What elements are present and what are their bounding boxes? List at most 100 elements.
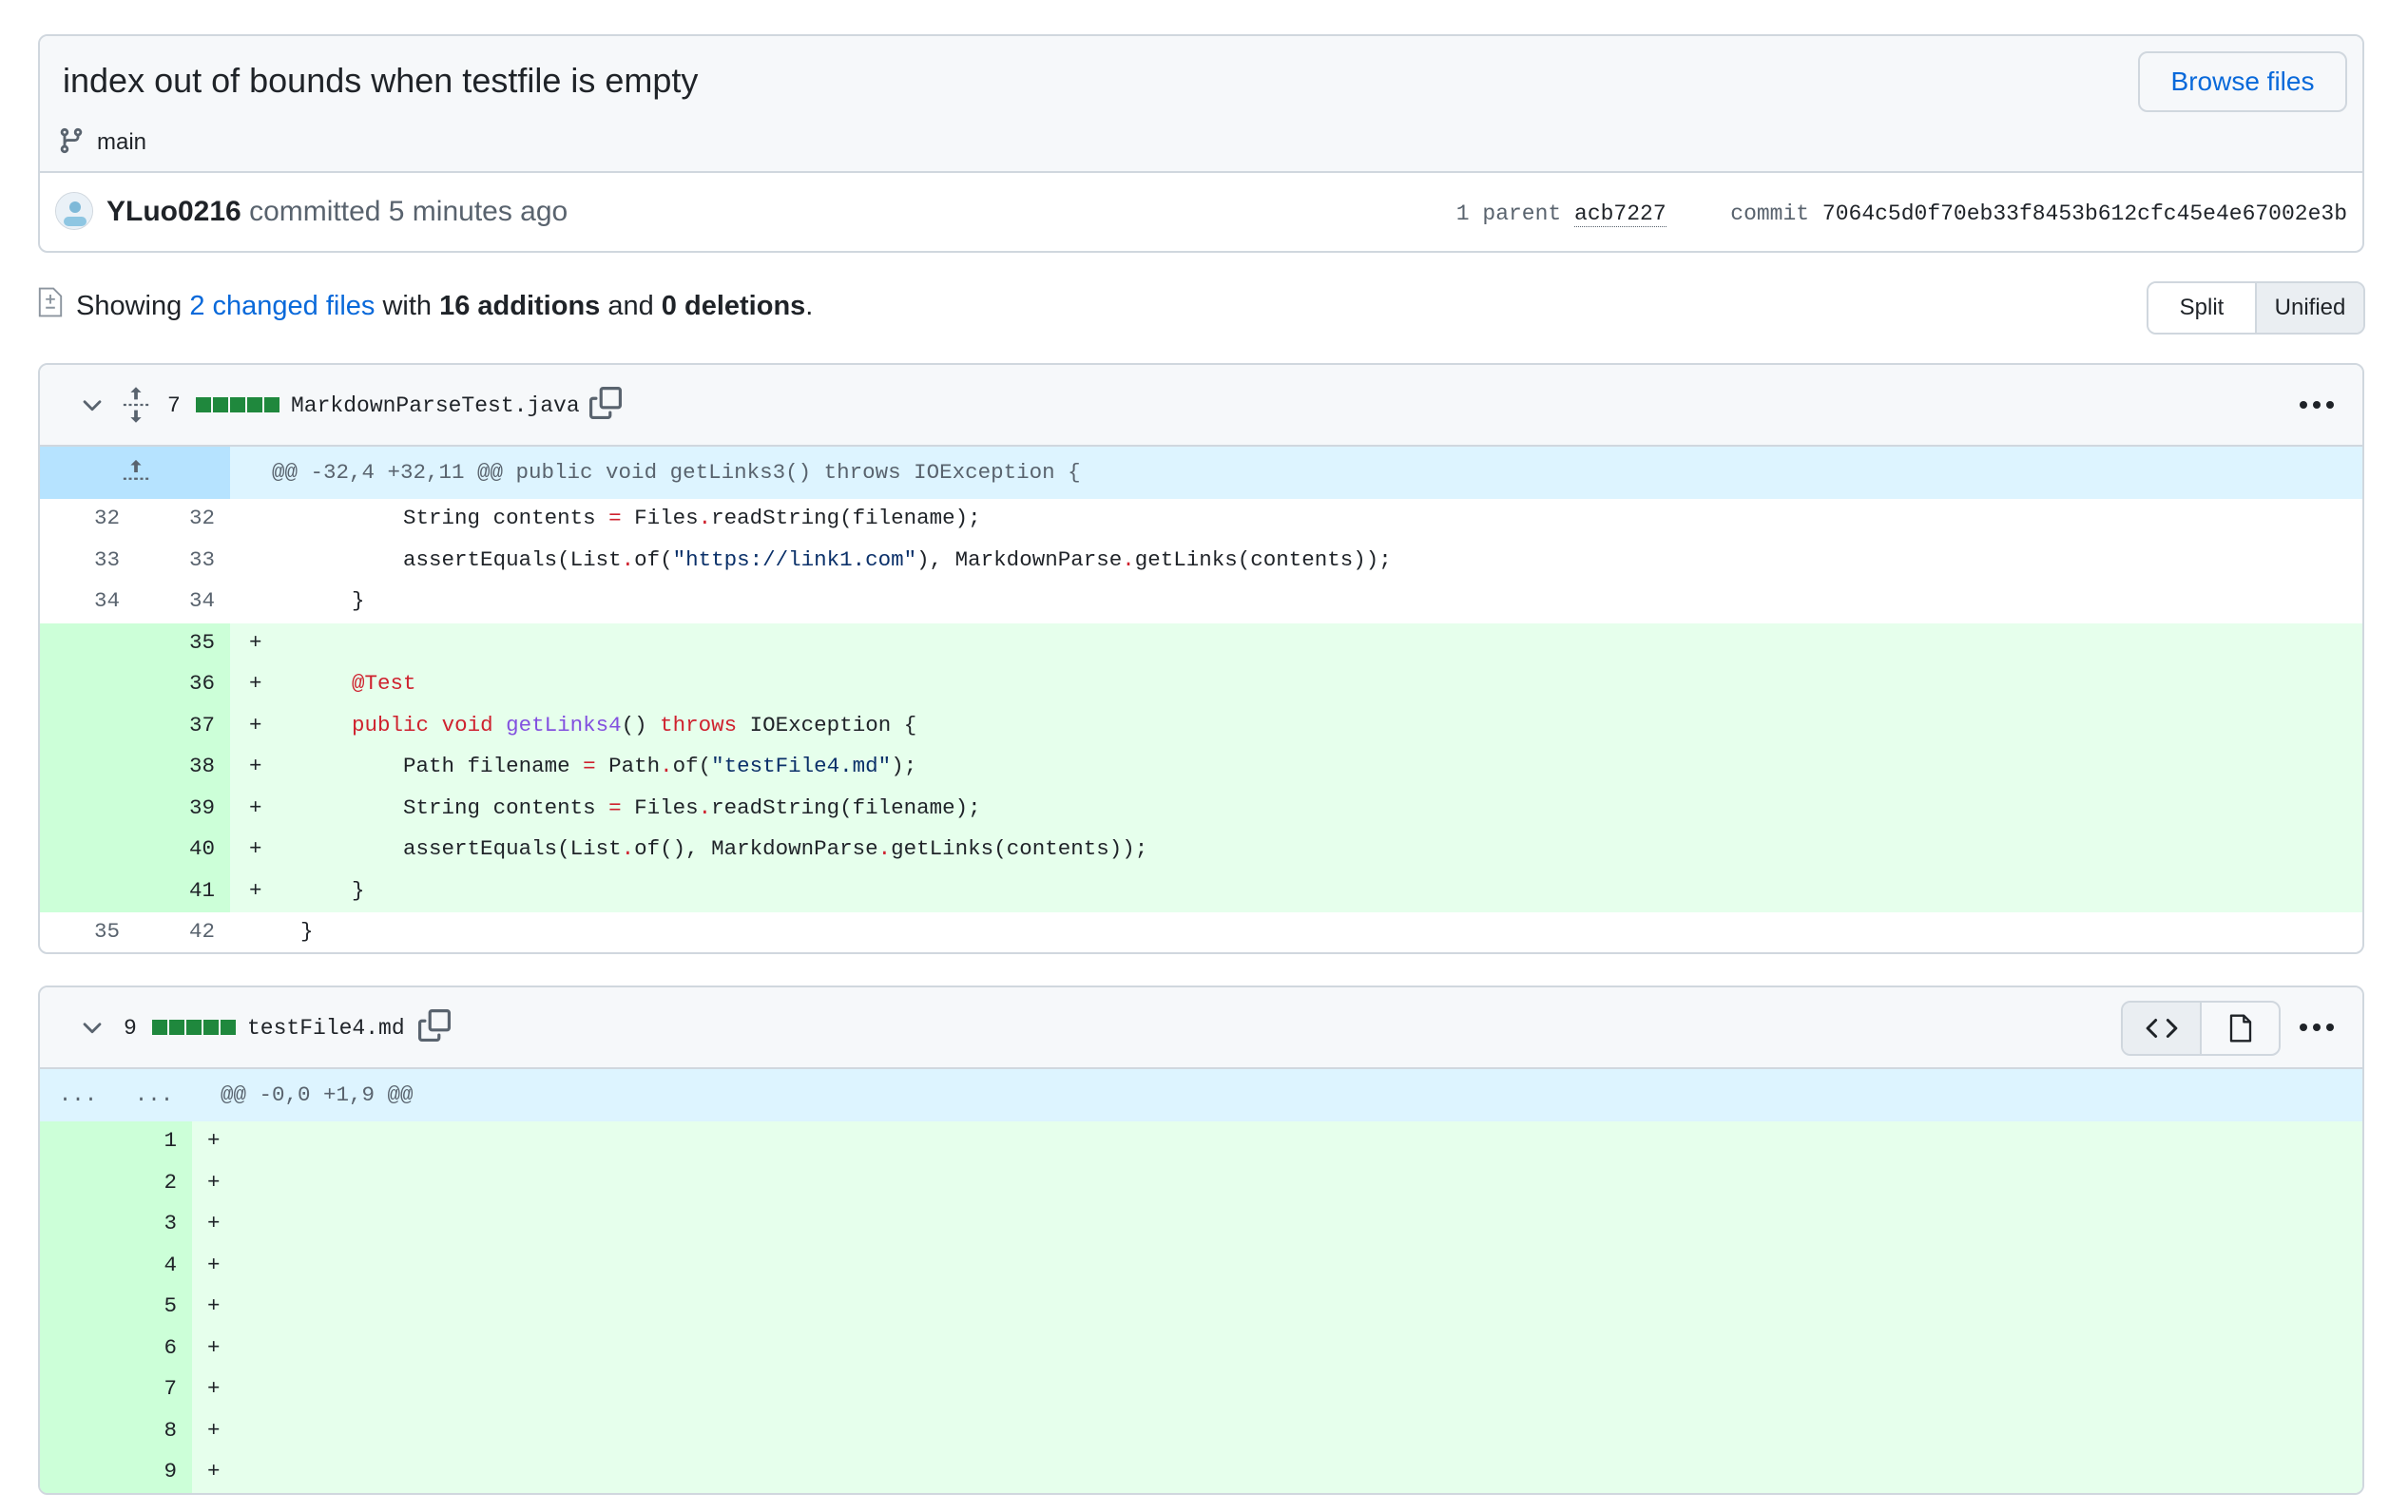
old-line-number[interactable] (40, 1452, 87, 1493)
commit-author-line: YLuo0216 committed 5 minutes ago (106, 196, 568, 228)
old-line-number[interactable] (40, 1245, 87, 1287)
hunk-header: @@ -32,4 +32,11 @@ public void getLinks3… (40, 447, 2362, 499)
old-line-number[interactable]: 32 (40, 499, 120, 541)
old-line-number[interactable] (40, 830, 120, 871)
code-line: + (207, 1369, 2362, 1411)
new-line-number[interactable]: 36 (135, 664, 215, 706)
old-line-number[interactable] (40, 664, 120, 706)
kebab-horizontal-icon[interactable] (2298, 1014, 2336, 1041)
new-line-number[interactable]: 32 (135, 499, 215, 541)
new-line-number[interactable]: 7 (97, 1369, 177, 1411)
browse-files-button[interactable]: Browse files (2138, 51, 2347, 112)
chevron-down-icon[interactable] (78, 1014, 106, 1043)
old-line-number[interactable] (40, 871, 120, 912)
commit-title: index out of bounds when testfile is emp… (63, 61, 699, 100)
diff-marker (249, 547, 262, 572)
code-text: public void getLinks4() throws IOExcepti… (352, 712, 917, 737)
unified-view-button[interactable]: Unified (2257, 283, 2363, 333)
kebab-horizontal-icon[interactable] (2298, 392, 2336, 418)
old-line-number[interactable] (40, 788, 120, 830)
old-line-number[interactable] (40, 705, 120, 747)
new-line-number[interactable]: 9 (97, 1452, 177, 1493)
new-line-number[interactable]: 39 (135, 788, 215, 830)
unfold-icon[interactable] (122, 386, 150, 424)
new-line-number[interactable]: 40 (135, 830, 215, 871)
added-line: 7 + (40, 1369, 2362, 1411)
old-line-number[interactable] (40, 1328, 87, 1369)
chevron-down-icon[interactable] (78, 392, 106, 420)
commit-summary-panel: index out of bounds when testfile is emp… (40, 36, 2362, 173)
old-line-number[interactable] (40, 1287, 87, 1329)
diff-marker (249, 588, 262, 613)
old-line-number[interactable]: 33 (40, 541, 120, 583)
fold-up-icon[interactable] (122, 458, 150, 487)
branch-name[interactable]: main (97, 129, 146, 156)
added-line: 41 + } (40, 871, 2362, 912)
old-line-number[interactable]: 35 (40, 912, 120, 952)
new-line-number[interactable]: 5 (97, 1287, 177, 1329)
code-line: } (249, 912, 2362, 952)
file-name[interactable]: testFile4.md (247, 1016, 405, 1041)
old-line-number[interactable] (40, 622, 120, 664)
changes-count: 9 (124, 1016, 137, 1041)
old-line-number[interactable] (40, 1204, 87, 1246)
copy-icon[interactable] (589, 386, 622, 420)
split-view-button[interactable]: Split (2148, 283, 2257, 333)
old-line-number[interactable] (40, 1410, 87, 1452)
added-line: 4 + (40, 1245, 2362, 1287)
parent-hash-link[interactable]: acb7227 (1574, 201, 1666, 227)
new-line-number[interactable]: 42 (135, 912, 215, 952)
commit-meta: 1 parent acb7227 commit 7064c5d0f70eb33f… (1456, 201, 2347, 227)
new-line-number[interactable]: 35 (135, 622, 215, 664)
old-line-number[interactable] (40, 1162, 87, 1204)
diff-marker: + (249, 794, 262, 820)
new-line-number[interactable]: 37 (135, 705, 215, 747)
new-line-number[interactable]: 6 (97, 1328, 177, 1369)
file-diff-testfile4: 9 testFile4.md ... ... @@ -0,0 +1,9 @@ 1… (38, 986, 2364, 1495)
diff-marker: + (207, 1211, 221, 1235)
old-line-number[interactable] (40, 1121, 87, 1163)
copy-icon[interactable] (418, 1008, 451, 1043)
diff-marker: + (207, 1128, 221, 1153)
hunk-new-ellipsis[interactable]: ... (116, 1069, 192, 1121)
code-line: + (207, 1452, 2362, 1493)
avatar[interactable] (55, 192, 93, 230)
changed-files-link[interactable]: 2 changed files (189, 291, 375, 321)
diff-marker: + (207, 1376, 221, 1401)
file-name[interactable]: MarkdownParseTest.java (291, 393, 580, 418)
rich-view-button[interactable] (2202, 1003, 2279, 1054)
code-line: + String contents = Files.readString(fil… (249, 789, 2362, 831)
code-line: + Path filename = Path.of("testFile4.md"… (249, 747, 2362, 789)
new-line-number[interactable]: 2 (97, 1162, 177, 1204)
new-line-number[interactable]: 3 (97, 1204, 177, 1246)
code-icon (2146, 1019, 2177, 1038)
code-line: + (207, 1121, 2362, 1163)
new-line-number[interactable]: 41 (135, 871, 215, 912)
new-line-number[interactable]: 33 (135, 541, 215, 583)
old-line-number[interactable]: 34 (40, 582, 120, 623)
code-text: assertEquals(List.of("https://link1.com"… (300, 546, 1392, 572)
added-line: 5 + (40, 1287, 2362, 1329)
old-line-number[interactable] (40, 747, 120, 789)
new-line-number[interactable]: 8 (97, 1410, 177, 1452)
added-line: 3 + (40, 1204, 2362, 1246)
new-line-number[interactable]: 34 (135, 582, 215, 623)
author-name[interactable]: YLuo0216 (106, 196, 241, 227)
file-diff-markdownparsetest: 7 MarkdownParseTest.java @@ -32,4 +32,11… (38, 363, 2364, 954)
new-line-number[interactable]: 1 (97, 1121, 177, 1163)
code-line: + (207, 1329, 2362, 1370)
code-view-button[interactable] (2123, 1003, 2202, 1054)
code-text: } (300, 877, 365, 903)
new-line-number[interactable]: 38 (135, 747, 215, 789)
summary-suffix: . (805, 291, 814, 321)
old-line-number[interactable] (40, 1369, 87, 1411)
hunk-old-ellipsis[interactable]: ... (40, 1069, 116, 1121)
new-line-number[interactable]: 4 (97, 1245, 177, 1287)
